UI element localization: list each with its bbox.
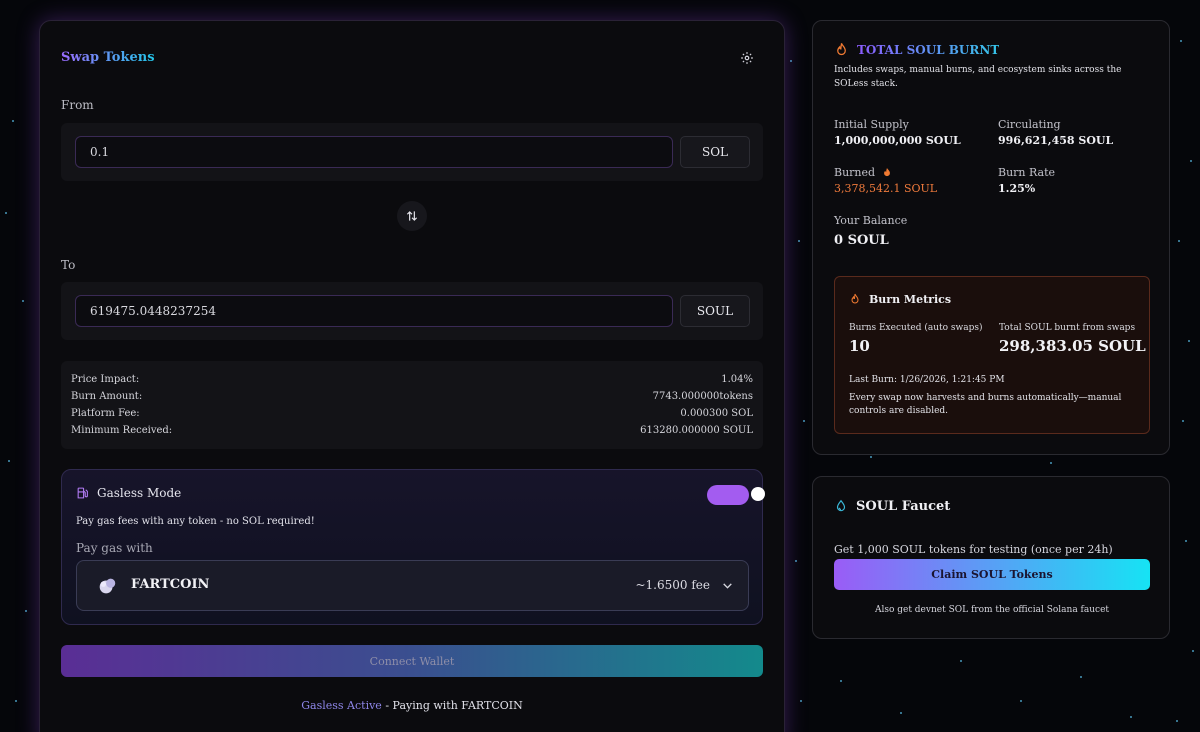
- from-token-box: SOL: [61, 123, 763, 181]
- to-amount-input[interactable]: [75, 295, 673, 327]
- burned-label-row: Burned: [834, 166, 937, 179]
- burn-rate-value: 1.25%: [998, 182, 1036, 195]
- flame-icon: [837, 43, 846, 56]
- detail-row-minimum-received: Minimum Received: 613280.000000 SOUL: [71, 422, 753, 439]
- fartcoin-icon: [99, 578, 116, 594]
- from-label: From: [61, 98, 94, 112]
- claim-soul-button[interactable]: Claim SOUL Tokens: [834, 559, 1150, 590]
- detail-label: Minimum Received:: [71, 425, 173, 436]
- detail-label: Price Impact:: [71, 374, 140, 385]
- to-label: To: [61, 258, 76, 272]
- detail-value: 1.04%: [721, 374, 753, 385]
- gear-icon[interactable]: [740, 51, 754, 65]
- gasless-title: Gasless Mode: [97, 486, 182, 500]
- total-burnt-stat: Total SOUL burnt from swaps 298,383.05 S…: [999, 323, 1146, 355]
- swap-title: Swap Tokens: [61, 50, 155, 65]
- burned-label: Burned: [834, 166, 876, 179]
- circulating-value: 996,621,458 SOUL: [998, 134, 1114, 147]
- connect-wallet-button[interactable]: Connect Wallet: [61, 645, 763, 677]
- flame-icon: [851, 293, 859, 304]
- gas-token-name: FARTCOIN: [131, 577, 210, 592]
- fuel-pump-icon: [77, 487, 88, 499]
- burn-metrics-note: Every swap now harvests and burns automa…: [849, 393, 1122, 416]
- burn-metrics-header: Burn Metrics: [849, 292, 951, 306]
- gasless-status-text: - Paying with FARTCOIN: [381, 699, 523, 712]
- faucet-note: Also get devnet SOL from the official So…: [874, 605, 1110, 615]
- swap-direction-button[interactable]: [397, 201, 427, 231]
- burn-header: TOTAL SOUL BURNT: [834, 41, 999, 58]
- balance-stat: Your Balance 0 SOUL: [834, 214, 907, 248]
- pay-gas-label: Pay gas with: [76, 541, 153, 555]
- faucet-card: SOUL Faucet Get 1,000 SOUL tokens for te…: [812, 476, 1170, 639]
- gasless-subtitle: Pay gas fees with any token - no SOL req…: [76, 516, 315, 527]
- burn-description: Includes swaps, manual burns, and ecosys…: [834, 65, 1122, 89]
- burn-metrics-title: Burn Metrics: [869, 292, 952, 306]
- faucet-title: SOUL Faucet: [856, 498, 951, 514]
- detail-row-platform-fee: Platform Fee: 0.000300 SOL: [71, 405, 753, 422]
- faucet-header: SOUL Faucet: [834, 498, 950, 514]
- detail-label: Platform Fee:: [71, 408, 140, 419]
- gasless-header: Gasless Mode: [76, 486, 181, 500]
- detail-label: Burn Amount:: [71, 391, 143, 402]
- gasless-toggle[interactable]: [707, 484, 767, 506]
- gasless-status: Gasless Active - Paying with FARTCOIN: [40, 699, 784, 712]
- total-burnt-label: Total SOUL burnt from swaps: [999, 323, 1136, 333]
- chevron-down-icon: [723, 583, 732, 589]
- detail-row-price-impact: Price Impact: 1.04%: [71, 371, 753, 388]
- gas-fee: ~1.6500 fee: [635, 578, 710, 592]
- detail-row-burn-amount: Burn Amount: 7743.000000tokens: [71, 388, 753, 405]
- burns-executed-value: 10: [849, 337, 870, 355]
- to-token-select[interactable]: SOUL: [680, 295, 750, 327]
- initial-supply-stat: Initial Supply 1,000,000,000 SOUL: [834, 118, 961, 147]
- detail-value: 0.000300 SOL: [680, 408, 753, 419]
- total-burn-card: TOTAL SOUL BURNT Includes swaps, manual …: [812, 20, 1170, 455]
- burn-metrics-panel: Burn Metrics Burns Executed (auto swaps)…: [834, 276, 1150, 434]
- gasless-mode-panel: Gasless Mode Pay gas fees with any token…: [61, 469, 765, 625]
- from-amount-input[interactable]: [75, 136, 673, 168]
- swap-card: Swap Tokens From SOL To SOUL Price Impac…: [39, 20, 785, 732]
- burns-executed-stat: Burns Executed (auto swaps) 10: [849, 323, 983, 355]
- detail-value: 7743.000000tokens: [652, 391, 753, 402]
- burned-stat: Burned 3,378,542.1 SOUL: [834, 166, 937, 195]
- gas-token-dropdown[interactable]: FARTCOIN ~1.6500 fee: [76, 560, 749, 611]
- detail-value: 613280.000000 SOUL: [640, 425, 753, 436]
- circulating-label: Circulating: [998, 118, 1061, 131]
- last-burn-time: Last Burn: 1/26/2026, 1:21:45 PM: [849, 375, 1005, 385]
- swap-arrows-icon: [406, 211, 418, 221]
- faucet-description: Get 1,000 SOUL tokens for testing (once …: [834, 543, 1113, 556]
- to-token-box: SOUL: [61, 282, 763, 340]
- initial-supply-value: 1,000,000,000 SOUL: [834, 134, 961, 147]
- from-token-select[interactable]: SOL: [680, 136, 750, 168]
- burned-value: 3,378,542.1 SOUL: [834, 182, 938, 195]
- gasless-status-active: Gasless Active: [301, 699, 382, 712]
- total-burnt-value: 298,383.05 SOUL: [999, 337, 1146, 355]
- burns-executed-label: Burns Executed (auto swaps): [849, 323, 983, 333]
- circulating-stat: Circulating 996,621,458 SOUL: [998, 118, 1113, 147]
- burn-rate-stat: Burn Rate 1.25%: [998, 166, 1055, 195]
- balance-value: 0 SOUL: [834, 233, 889, 248]
- balance-label: Your Balance: [834, 214, 908, 227]
- burn-title: TOTAL SOUL BURNT: [857, 42, 1000, 57]
- droplet-icon: [836, 499, 846, 512]
- flame-icon: [883, 167, 890, 177]
- swap-details: Price Impact: 1.04% Burn Amount: 7743.00…: [61, 361, 763, 449]
- initial-supply-label: Initial Supply: [834, 118, 909, 131]
- burn-rate-label: Burn Rate: [998, 166, 1056, 179]
